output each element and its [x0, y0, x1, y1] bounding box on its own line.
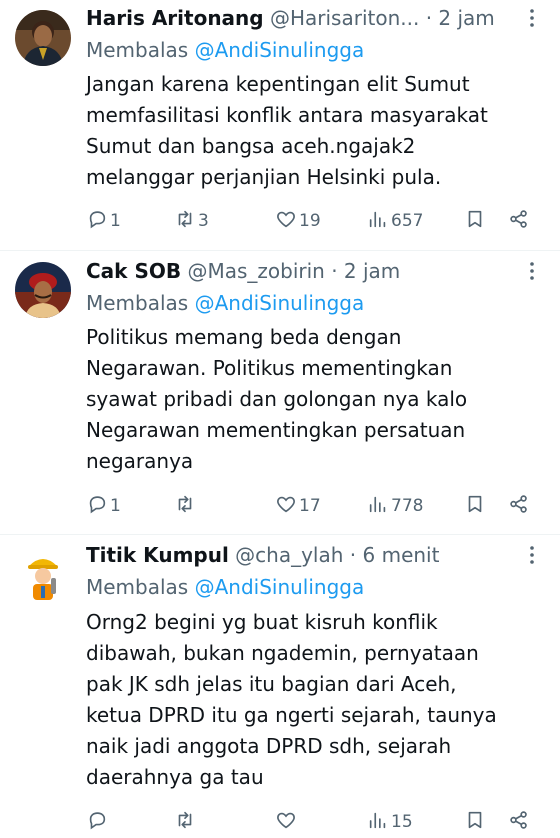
reply-tweet[interactable]: Haris Aritonang @Harisariton... · 2 jam …: [0, 0, 560, 250]
share-button[interactable]: [508, 493, 530, 519]
reply-count: 1: [110, 211, 121, 231]
heart-icon: [275, 208, 297, 235]
tweet-text: Orng2 begini yg buat kisruh konflik diba…: [86, 610, 497, 789]
more-icon[interactable]: [520, 543, 544, 567]
reply-button[interactable]: [86, 809, 110, 835]
reply-button[interactable]: 1: [86, 208, 121, 234]
timestamp[interactable]: · 2 jam: [331, 259, 400, 283]
heart-icon: [275, 493, 297, 520]
reply-icon: [86, 208, 108, 235]
like-button[interactable]: 17: [275, 493, 321, 519]
share-button[interactable]: [508, 809, 530, 835]
mention-link[interactable]: @AndiSinulingga: [195, 291, 365, 315]
retweet-icon: [174, 493, 196, 520]
more-icon[interactable]: [520, 259, 544, 283]
like-button[interactable]: [275, 809, 299, 835]
action-bar: 1 3 19 657: [86, 208, 546, 234]
bookmark-icon: [464, 208, 486, 235]
reply-button[interactable]: 1: [86, 493, 121, 519]
share-icon: [508, 208, 530, 235]
retweet-count: 3: [198, 211, 209, 231]
views-count: 778: [391, 496, 424, 516]
retweet-button[interactable]: [174, 809, 198, 835]
share-icon: [508, 493, 530, 520]
replying-prefix: Membalas: [86, 291, 195, 315]
replying-prefix: Membalas: [86, 575, 195, 599]
views-count: 15: [391, 812, 413, 832]
display-name[interactable]: Titik Kumpul: [86, 543, 229, 567]
bookmark-button[interactable]: [464, 493, 486, 519]
user-handle[interactable]: @cha_ylah: [235, 543, 343, 567]
views-icon: [367, 493, 389, 520]
retweet-icon: [174, 208, 196, 235]
avatar[interactable]: [15, 262, 71, 318]
tweet-header: Haris Aritonang @Harisariton... · 2 jam: [86, 3, 520, 33]
replying-prefix: Membalas: [86, 38, 195, 62]
bookmark-icon: [464, 493, 486, 520]
replying-to: Membalas @AndiSinulingga: [86, 572, 364, 602]
tweet-text: Politikus memang beda dengan Negarawan. …: [86, 325, 468, 473]
views-icon: [367, 809, 389, 836]
mention-link[interactable]: @AndiSinulingga: [195, 575, 365, 599]
user-handle[interactable]: @Mas_zobirin: [187, 259, 324, 283]
views-button[interactable]: 657: [367, 208, 423, 234]
avatar[interactable]: [15, 546, 71, 602]
reply-tweet[interactable]: Titik Kumpul @cha_ylah · 6 menit Membala…: [0, 535, 560, 838]
bookmark-button[interactable]: [464, 208, 486, 234]
bookmark-button[interactable]: [464, 809, 486, 835]
action-bar: 1 17 778: [86, 493, 546, 519]
like-button[interactable]: 19: [275, 208, 321, 234]
views-button[interactable]: 778: [367, 493, 423, 519]
reply-icon: [86, 809, 108, 836]
reply-icon: [86, 493, 108, 520]
timestamp[interactable]: · 6 menit: [350, 543, 440, 567]
heart-icon: [275, 809, 297, 836]
like-count: 19: [299, 211, 321, 231]
reply-tweet[interactable]: Cak SOB @Mas_zobirin · 2 jam Membalas @A…: [0, 251, 560, 534]
tweet-header: Cak SOB @Mas_zobirin · 2 jam: [86, 256, 520, 286]
share-button[interactable]: [508, 208, 530, 234]
bookmark-icon: [464, 809, 486, 836]
display-name[interactable]: Haris Aritonang: [86, 6, 264, 30]
user-handle[interactable]: @Harisariton...: [270, 6, 419, 30]
display-name[interactable]: Cak SOB: [86, 259, 181, 283]
replying-to: Membalas @AndiSinulingga: [86, 35, 364, 65]
avatar[interactable]: [15, 10, 71, 66]
views-icon: [367, 208, 389, 235]
action-bar: 15: [86, 809, 546, 835]
retweet-button[interactable]: [174, 493, 198, 519]
tweet-text: Jangan karena kepentingan elit Sumut mem…: [86, 72, 488, 189]
more-icon[interactable]: [520, 6, 544, 30]
replying-to: Membalas @AndiSinulingga: [86, 288, 364, 318]
retweet-icon: [174, 809, 196, 836]
views-count: 657: [391, 211, 424, 231]
mention-link[interactable]: @AndiSinulingga: [195, 38, 365, 62]
retweet-button[interactable]: 3: [174, 208, 209, 234]
share-icon: [508, 809, 530, 836]
reply-count: 1: [110, 496, 121, 516]
timestamp[interactable]: · 2 jam: [426, 6, 495, 30]
like-count: 17: [299, 496, 321, 516]
tweet-header: Titik Kumpul @cha_ylah · 6 menit: [86, 540, 520, 570]
views-button[interactable]: 15: [367, 809, 413, 835]
